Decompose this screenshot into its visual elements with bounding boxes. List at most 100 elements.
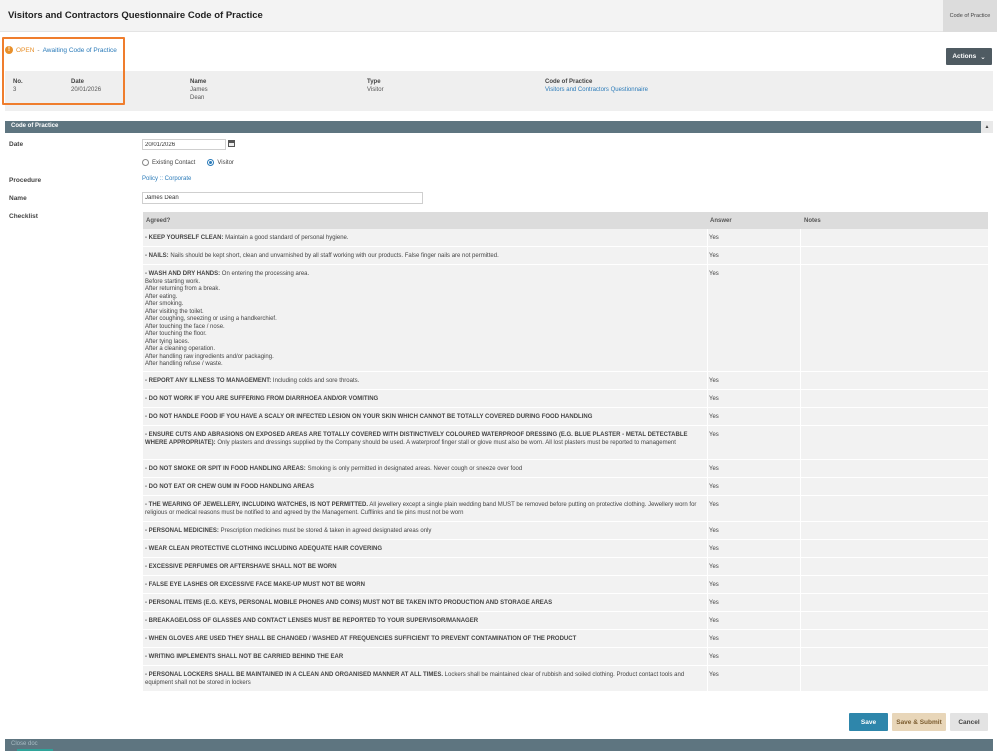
notes-cell[interactable] xyxy=(800,372,988,389)
question-title: - DO NOT HANDLE FOOD IF YOU HAVE A SCALY… xyxy=(145,414,593,420)
bottom-text[interactable]: Close doc xyxy=(11,741,38,747)
top-bar: Visitors and Contractors Questionnaire C… xyxy=(0,0,997,32)
table-row: - EXCESSIVE PERFUMES OR AFTERSHAVE SHALL… xyxy=(143,558,988,576)
table-row: - DO NOT SMOKE OR SPIT IN FOOD HANDLING … xyxy=(143,460,988,478)
actions-button[interactable]: Actions ⌄ xyxy=(946,48,992,65)
collapse-icon[interactable]: ▲ xyxy=(981,121,993,133)
table-row: - WHEN GLOVES ARE USED THEY SHALL BE CHA… xyxy=(143,630,988,648)
question-body: On entering the processing area. Before … xyxy=(145,271,310,367)
info-cop: Code of Practice Visitors and Contractor… xyxy=(545,79,648,93)
checklist-body: - KEEP YOURSELF CLEAN: Maintain a good s… xyxy=(143,229,988,692)
table-row: - KEEP YOURSELF CLEAN: Maintain a good s… xyxy=(143,229,988,247)
question-title: - EXCESSIVE PERFUMES OR AFTERSHAVE SHALL… xyxy=(145,564,337,570)
notes-cell[interactable] xyxy=(800,390,988,407)
notes-cell[interactable] xyxy=(800,426,988,459)
radio-existing-contact-label: Existing Contact xyxy=(152,159,196,166)
col-agreed: Agreed? xyxy=(146,218,171,224)
date-input[interactable] xyxy=(142,139,226,150)
col-answer: Answer xyxy=(710,218,732,224)
question-title: - WASH AND DRY HANDS: xyxy=(145,271,221,277)
name-input[interactable] xyxy=(142,192,423,204)
info-name-label: Name xyxy=(190,79,207,85)
answer-value: Yes xyxy=(709,271,719,277)
question-text: - PERSONAL ITEMS (E.G. KEYS, PERSONAL MO… xyxy=(145,600,705,608)
info-name-first: James xyxy=(190,87,208,93)
question-text: - WRITING IMPLEMENTS SHALL NOT BE CARRIE… xyxy=(145,654,705,662)
notes-cell[interactable] xyxy=(800,666,988,691)
radio-existing-contact[interactable] xyxy=(142,159,149,166)
question-title: - KEEP YOURSELF CLEAN: xyxy=(145,235,224,241)
notes-cell[interactable] xyxy=(800,460,988,477)
notes-cell[interactable] xyxy=(800,540,988,557)
calendar-icon[interactable] xyxy=(228,140,235,147)
question-body: Only plasters and dressings supplied by … xyxy=(215,439,676,446)
table-row: - PERSONAL MEDICINES: Prescription medic… xyxy=(143,522,988,540)
answer-value: Yes xyxy=(709,672,719,678)
radio-visitor[interactable] xyxy=(207,159,215,166)
question-text: - EXCESSIVE PERFUMES OR AFTERSHAVE SHALL… xyxy=(145,564,705,572)
notes-cell[interactable] xyxy=(800,247,988,264)
question-title: - NAILS: xyxy=(145,253,169,259)
notes-cell[interactable] xyxy=(800,576,988,593)
tab-code-of-practice[interactable]: Code of Practice xyxy=(943,0,997,32)
info-cop-link[interactable]: Visitors and Contractors Questionnaire xyxy=(545,87,648,93)
question-text: - DO NOT EAT OR CHEW GUM IN FOOD HANDLIN… xyxy=(145,484,705,492)
question-title: - PERSONAL MEDICINES: xyxy=(145,528,219,534)
table-row: - DO NOT WORK IF YOU ARE SUFFERING FROM … xyxy=(143,390,988,408)
procedure-link[interactable]: Policy :: Corporate xyxy=(142,176,191,182)
question-body: Prescription medicines must be stored & … xyxy=(218,528,432,534)
question-title: - DO NOT WORK IF YOU ARE SUFFERING FROM … xyxy=(145,396,379,402)
question-title: - BREAKAGE/LOSS OF GLASSES AND CONTACT L… xyxy=(145,618,479,624)
notes-cell[interactable] xyxy=(800,522,988,539)
notes-cell[interactable] xyxy=(800,496,988,521)
checklist-header: Agreed? Answer Notes xyxy=(143,212,988,229)
question-body: Nails should be kept short, clean and un… xyxy=(168,253,499,259)
notes-cell[interactable] xyxy=(800,229,988,246)
col-notes: Notes xyxy=(804,218,821,224)
notes-cell[interactable] xyxy=(800,594,988,611)
section-header: Code of Practice ▲ xyxy=(5,121,993,133)
checklist-table: Agreed? Answer Notes - KEEP YOURSELF CLE… xyxy=(143,212,988,692)
highlight-box xyxy=(2,37,125,105)
info-cop-label: Code of Practice xyxy=(545,79,593,85)
cancel-button[interactable]: Cancel xyxy=(950,713,988,731)
question-text: - KEEP YOURSELF CLEAN: Maintain a good s… xyxy=(145,235,705,243)
question-body: Smoking is only permitted in designated … xyxy=(305,466,523,472)
question-text: - WEAR CLEAN PROTECTIVE CLOTHING INCLUDI… xyxy=(145,546,705,554)
question-text: - DO NOT HANDLE FOOD IF YOU HAVE A SCALY… xyxy=(145,414,705,422)
question-text: - REPORT ANY ILLNESS TO MANAGEMENT: Incl… xyxy=(145,378,705,386)
notes-cell[interactable] xyxy=(800,612,988,629)
question-text: - ENSURE CUTS AND ABRASIONS ON EXPOSED A… xyxy=(145,432,705,447)
question-body: Maintain a good standard of personal hyg… xyxy=(223,235,349,241)
table-row: - WASH AND DRY HANDS: On entering the pr… xyxy=(143,265,988,372)
question-body: Including colds and sore throats. xyxy=(271,378,360,384)
info-type-value: Visitor xyxy=(367,87,384,93)
info-type: Type Visitor xyxy=(367,79,384,95)
page-title: Visitors and Contractors Questionnaire C… xyxy=(8,10,263,21)
question-text: - PERSONAL MEDICINES: Prescription medic… xyxy=(145,528,705,536)
notes-cell[interactable] xyxy=(800,630,988,647)
question-title: - REPORT ANY ILLNESS TO MANAGEMENT: xyxy=(145,378,272,384)
question-text: - WASH AND DRY HANDS: On entering the pr… xyxy=(145,271,705,369)
question-title: - WEAR CLEAN PROTECTIVE CLOTHING INCLUDI… xyxy=(145,546,382,552)
save-button[interactable]: Save xyxy=(849,713,888,731)
notes-cell[interactable] xyxy=(800,408,988,425)
table-row: - REPORT ANY ILLNESS TO MANAGEMENT: Incl… xyxy=(143,372,988,390)
question-title: - DO NOT SMOKE OR SPIT IN FOOD HANDLING … xyxy=(145,466,306,472)
procedure-label: Procedure xyxy=(9,177,42,184)
name-label: Name xyxy=(9,195,27,202)
question-title: - WHEN GLOVES ARE USED THEY SHALL BE CHA… xyxy=(145,636,577,642)
notes-cell[interactable] xyxy=(800,478,988,495)
table-row: - PERSONAL ITEMS (E.G. KEYS, PERSONAL MO… xyxy=(143,594,988,612)
notes-cell[interactable] xyxy=(800,558,988,575)
date-label: Date xyxy=(9,141,24,148)
table-row: - BREAKAGE/LOSS OF GLASSES AND CONTACT L… xyxy=(143,612,988,630)
question-text: - NAILS: Nails should be kept short, cle… xyxy=(145,253,705,261)
save-submit-button[interactable]: Save & Submit xyxy=(892,713,946,731)
chevron-down-icon: ⌄ xyxy=(980,53,986,61)
notes-cell[interactable] xyxy=(800,648,988,665)
table-row: - NAILS: Nails should be kept short, cle… xyxy=(143,247,988,265)
record-info-panel: No. 3 Date 20/01/2026 Name James Dean Ty… xyxy=(5,71,993,111)
question-text: - BREAKAGE/LOSS OF GLASSES AND CONTACT L… xyxy=(145,618,705,626)
notes-cell[interactable] xyxy=(800,265,988,371)
